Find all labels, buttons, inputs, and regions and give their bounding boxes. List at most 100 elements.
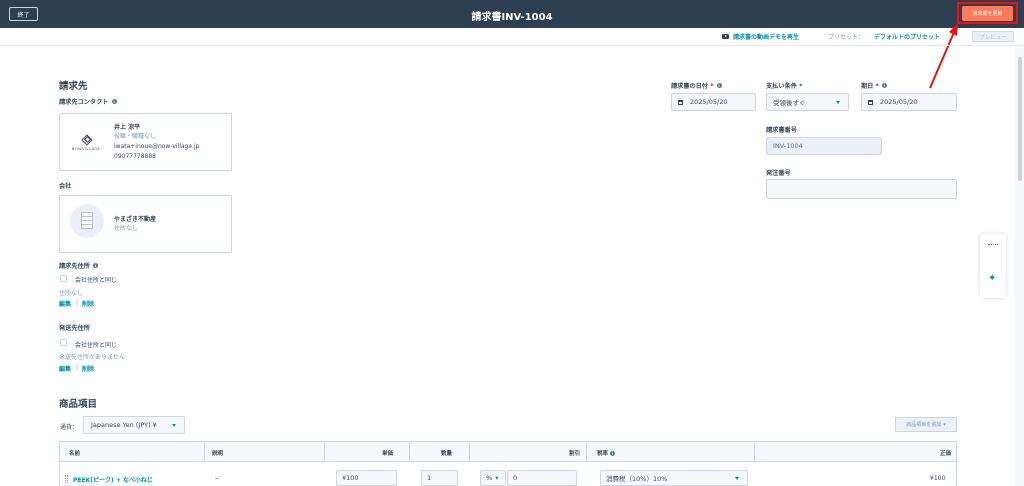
- currency-label: 通貨：: [60, 424, 79, 431]
- shipping-address-delete-link[interactable]: 削除: [82, 364, 94, 373]
- contact-title: 役職・職種なし: [114, 133, 157, 140]
- info-icon[interactable]: i: [716, 83, 722, 88]
- contact-phone: 09077778888: [114, 153, 156, 160]
- calendar-icon: [678, 99, 683, 105]
- column-header-net-price[interactable]: 正価: [940, 449, 951, 457]
- sparkle-icon[interactable]: ✦: [988, 274, 996, 284]
- po-number-label: 発注番号: [766, 170, 791, 177]
- preset-dropdown[interactable]: デフォルトのプリセット: [874, 32, 940, 41]
- table-row: PEEK(ピーク) + なべ小ねじ -- ¥100 1 % ▾ 0 消費税（10…: [59, 462, 957, 486]
- company-name[interactable]: やまざき不動産: [114, 214, 156, 223]
- line-item-description: --: [215, 475, 220, 482]
- invoice-number-field[interactable]: INV-1004: [766, 137, 882, 155]
- company-address: 住所なし: [114, 225, 139, 232]
- column-divider: [409, 442, 410, 461]
- link-separator: |: [76, 364, 79, 371]
- payment-terms-select[interactable]: 受領後すぐ: [766, 93, 849, 111]
- currency-value: Japanese Yen (JPY) ¥: [91, 421, 157, 429]
- building-icon: [81, 212, 93, 229]
- quantity-input[interactable]: 1: [421, 470, 458, 486]
- column-divider: [469, 442, 470, 461]
- invoice-number-label: 請求書番号: [766, 127, 797, 134]
- chevron-down-icon: [836, 101, 840, 104]
- contact-name[interactable]: 井上 涼平: [114, 122, 140, 131]
- invoice-date-field[interactable]: 2025/05/20: [671, 93, 756, 111]
- billing-address-delete-link[interactable]: 削除: [82, 299, 94, 308]
- due-date-label-text: 期日 *: [861, 83, 879, 90]
- column-header-name[interactable]: 名前: [69, 449, 80, 457]
- billing-section-title: 請求先: [59, 81, 88, 92]
- invoice-date-label: 請求書の日付 * i: [671, 81, 722, 90]
- top-bar: 終了 請求書INV-1004 請求書を更新: [0, 0, 1024, 28]
- billing-same-as-company-label: 会社住所と同じ: [75, 277, 118, 284]
- column-header-tax[interactable]: 税率 i: [597, 449, 615, 457]
- unit-price-input[interactable]: ¥100: [336, 470, 397, 486]
- contact-card[interactable]: NOWVILLAGE 井上 涼平 役職・職種なし iwata+inoue@now…: [59, 113, 232, 171]
- net-price-value: ¥100: [930, 475, 946, 482]
- highlight-annotation: [957, 2, 1018, 24]
- po-number-input[interactable]: [766, 179, 957, 199]
- drag-handle-icon[interactable]: [65, 475, 68, 483]
- due-date-value: 2025/05/20: [880, 98, 918, 106]
- billing-address-value: 住所なし: [59, 290, 84, 297]
- video-play-icon: [722, 34, 729, 39]
- info-icon[interactable]: i: [609, 451, 615, 456]
- add-line-item-label: 商品項目を追加: [906, 422, 942, 428]
- contact-logo: NOWVILLAGE: [70, 134, 102, 151]
- preview-button[interactable]: プレビュー: [972, 31, 1014, 42]
- page-title: 請求書INV-1004: [471, 12, 553, 23]
- add-line-item-button[interactable]: 商品項目を追加 ▾: [895, 417, 957, 432]
- column-header-description[interactable]: 説明: [212, 449, 223, 457]
- company-label: 会社: [59, 183, 72, 190]
- billing-same-as-company-checkbox[interactable]: [60, 275, 67, 282]
- column-header-quantity[interactable]: 数量: [441, 449, 452, 457]
- info-icon[interactable]: i: [111, 99, 117, 104]
- shipping-address-label: 発送先住所: [59, 325, 90, 332]
- logo-mark-icon: [81, 134, 91, 144]
- shipping-same-as-company-label: 会社住所と同じ: [75, 342, 118, 349]
- tax-rate-value: 消費税（10%）10%: [606, 475, 668, 483]
- invoice-date-value: 2025/05/20: [690, 98, 728, 106]
- column-divider: [204, 442, 205, 461]
- discount-input[interactable]: 0: [507, 470, 577, 486]
- due-date-field[interactable]: 2025/05/20: [861, 93, 957, 111]
- chevron-down-icon: [172, 424, 176, 427]
- line-item-name-link[interactable]: PEEK(ピーク) + なべ小ねじ: [73, 475, 153, 484]
- video-demo-link[interactable]: 請求書の動画デモを再生: [722, 32, 799, 41]
- column-divider: [586, 442, 587, 461]
- payment-terms-value: 受領後すぐ: [773, 99, 806, 107]
- billing-address-edit-link[interactable]: 編集: [59, 299, 71, 308]
- chevron-down-icon: ▾: [943, 421, 946, 428]
- column-header-discount[interactable]: 割引: [569, 449, 580, 457]
- side-panel: ✦: [980, 234, 1006, 298]
- billing-address-label-text: 請求先住所: [59, 263, 90, 270]
- info-icon[interactable]: i: [92, 263, 98, 268]
- billing-contact-label-text: 請求先コンタクト: [59, 99, 109, 106]
- info-icon[interactable]: i: [881, 83, 887, 88]
- billing-contact-label: 請求先コンタクト i: [59, 97, 117, 106]
- shipping-address-edit-link[interactable]: 編集: [59, 364, 71, 373]
- company-avatar: [70, 204, 104, 238]
- column-header-unit-price[interactable]: 単価: [382, 449, 393, 457]
- shipping-address-value: 発送先住所がありません: [59, 354, 125, 361]
- sub-toolbar: 請求書の動画デモを再生 プリセット： デフォルトのプリセット プレビュー: [0, 28, 1024, 46]
- contact-email: iwata+inoue@now-village.jp: [114, 143, 200, 150]
- due-date-label: 期日 * i: [861, 81, 887, 90]
- grid-icon[interactable]: [988, 244, 998, 247]
- payment-terms-label: 支払い条件 *: [766, 83, 803, 90]
- scrollbar-thumb[interactable]: [1018, 57, 1022, 181]
- invoice-date-label-text: 請求書の日付 *: [671, 83, 714, 90]
- chevron-down-icon: ▾: [495, 474, 499, 482]
- calendar-icon: [868, 99, 873, 105]
- chevron-down-icon: [735, 477, 739, 480]
- shipping-same-as-company-checkbox[interactable]: [60, 339, 67, 346]
- currency-select[interactable]: Japanese Yen (JPY) ¥: [83, 416, 185, 434]
- discount-unit-value: %: [486, 474, 493, 482]
- tax-rate-select[interactable]: 消費税（10%）10%: [600, 470, 748, 486]
- discount-unit-select[interactable]: % ▾: [480, 470, 506, 486]
- table-header: 名前 説明 単価 数量 割引 税率 i 正価: [59, 441, 957, 462]
- contact-logo-text: NOWVILLAGE: [71, 147, 101, 151]
- company-card[interactable]: やまざき不動産 住所なし: [59, 195, 232, 253]
- video-demo-label: 請求書の動画デモを再生: [733, 34, 800, 41]
- preset-label: プリセット：: [828, 34, 865, 41]
